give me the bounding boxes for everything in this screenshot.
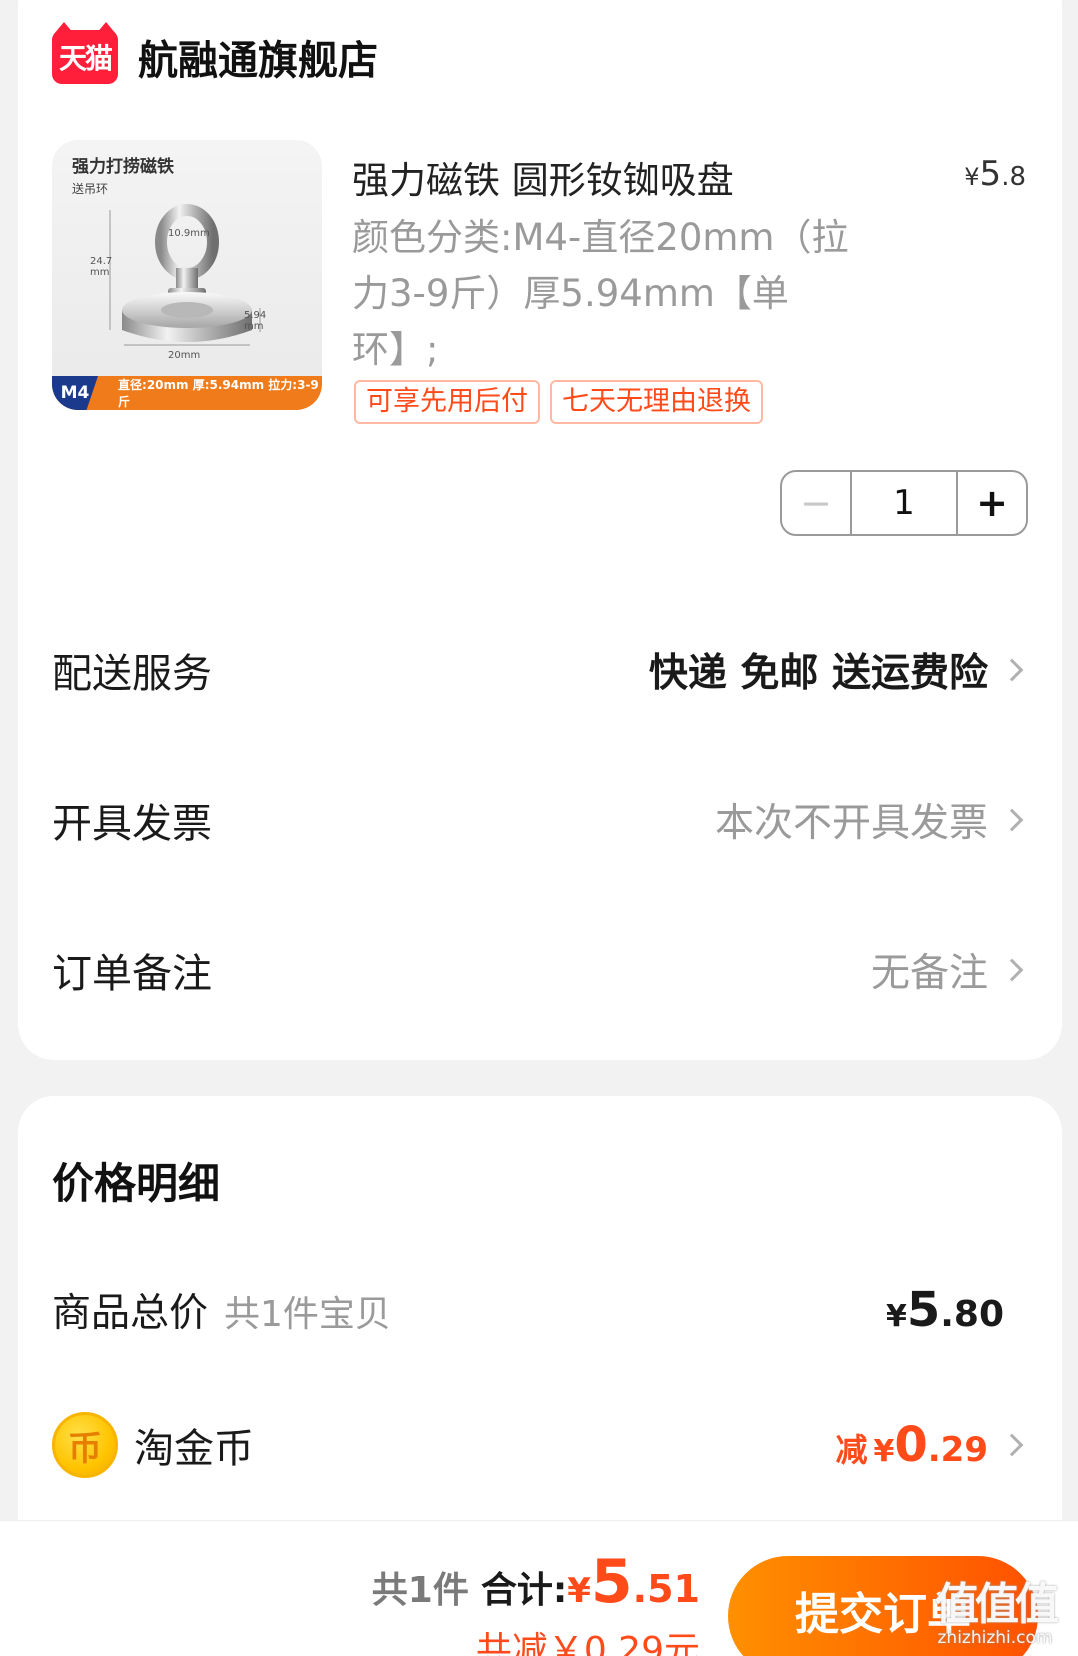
goods-total-symbol: ¥	[885, 1299, 907, 1334]
invoice-label: 开具发票	[52, 801, 212, 847]
product-image[interactable]: 强力打捞磁铁 送吊环 10.9mm 24.7 mm 5.94 mm 20mm M	[52, 140, 322, 410]
taojinbi-left: 币 淘金币	[52, 1412, 254, 1478]
order-note-value: 无备注	[871, 942, 1026, 998]
goods-total-dec: .80	[940, 1294, 1004, 1335]
quantity-value[interactable]: 1	[852, 472, 956, 534]
total-saving: 共减￥0.29元	[475, 1630, 700, 1656]
increase-button[interactable]: +	[956, 472, 1026, 534]
price-dec: .8	[1001, 162, 1026, 192]
shop-header[interactable]: 天猫 航融通旗舰店	[52, 22, 378, 86]
item-count: 共1件	[371, 1570, 469, 1611]
taojinbi-discount: 减 ¥0.29	[835, 1417, 988, 1473]
delivery-value: 快递 免邮 送运费险	[649, 642, 1026, 698]
decrease-button[interactable]: −	[782, 472, 852, 534]
tag-7day-return: 七天无理由退换	[550, 380, 763, 424]
discount-symbol: ¥	[873, 1434, 895, 1469]
dim-height: 24.7 mm	[90, 256, 113, 278]
delivery-row[interactable]: 配送服务 快递 免邮 送运费险	[52, 640, 1026, 700]
goods-total-row: 商品总价 共1件宝贝 ¥5.80	[52, 1280, 1026, 1340]
taojinbi-row[interactable]: 币 淘金币 减 ¥0.29	[52, 1410, 1026, 1480]
sum-int: 5	[590, 1547, 633, 1617]
chevron-right-icon	[1000, 658, 1024, 682]
price-int: 5	[979, 154, 1002, 194]
dim-ring: 10.9mm	[168, 228, 210, 239]
goods-total-price: ¥5.80	[886, 1282, 1004, 1338]
watermark: 值值值 zhizhizhi.com	[920, 1568, 1070, 1654]
order-note-label: 订单备注	[52, 951, 212, 997]
coin-icon: 币	[52, 1412, 118, 1478]
price-symbol: ¥	[964, 163, 980, 191]
quantity-stepper: − 1 +	[780, 470, 1028, 536]
watermark-logo: 值值值	[935, 1579, 1059, 1630]
shop-name[interactable]: 航融通旗舰店	[138, 28, 378, 86]
goods-total-count: 共1件宝贝	[224, 1294, 391, 1335]
image-spec-text: 直径:20mm 厚:5.94mm 拉力:3-9斤	[118, 378, 319, 409]
order-note-value-text: 无备注	[870, 951, 988, 996]
product-spec[interactable]: 颜色分类:M4-直径20mm（拉力3-9斤）厚5.94mm【单环】;	[352, 210, 872, 378]
price-detail-title: 价格明细	[52, 1159, 221, 1208]
image-spec-bar: M4 直径:20mm 厚:5.94mm 拉力:3-9斤	[52, 376, 322, 410]
product-price: ¥5.8	[964, 154, 1026, 194]
tag-pay-later: 可享先用后付	[354, 380, 540, 424]
sum-symbol: ¥	[567, 1571, 591, 1611]
model-badge: M4	[52, 376, 99, 410]
invoice-row[interactable]: 开具发票 本次不开具发票	[52, 790, 1026, 850]
sum-label: 合计:	[480, 1570, 568, 1611]
delivery-label: 配送服务	[52, 651, 212, 697]
chevron-right-icon	[1000, 958, 1024, 982]
service-tags: 可享先用后付 七天无理由退换	[354, 380, 763, 424]
order-note-row[interactable]: 订单备注 无备注	[52, 940, 1026, 1000]
invoice-value-text: 本次不开具发票	[714, 801, 988, 846]
invoice-value: 本次不开具发票	[715, 792, 1026, 848]
goods-total-left: 商品总价 共1件宝贝	[52, 1282, 391, 1338]
goods-total-label: 商品总价	[52, 1291, 209, 1336]
chevron-right-icon	[1000, 1433, 1024, 1457]
tmall-logo: 天猫	[52, 22, 118, 84]
discount-word: 减	[835, 1431, 868, 1469]
sum-price: ¥5.51	[567, 1547, 700, 1617]
goods-total-int: 5	[906, 1282, 941, 1338]
chevron-right-icon	[1000, 808, 1024, 832]
product-title[interactable]: 强力磁铁 圆形钕铷吸盘	[352, 150, 734, 204]
watermark-url: zhizhizhi.com	[937, 1628, 1053, 1648]
delivery-value-text: 快递 免邮 送运费险	[648, 651, 988, 696]
taojinbi-right: 减 ¥0.29	[835, 1417, 1026, 1473]
discount-int: 0	[894, 1417, 928, 1473]
dim-diameter: 20mm	[168, 350, 201, 361]
taojinbi-label: 淘金币	[134, 1426, 254, 1472]
dim-thickness: 5.94 mm	[244, 310, 267, 332]
sum-line: 共1件 合计: ¥5.51	[372, 1547, 700, 1617]
discount-dec: .29	[927, 1430, 988, 1470]
sum-dec: .51	[632, 1567, 700, 1611]
